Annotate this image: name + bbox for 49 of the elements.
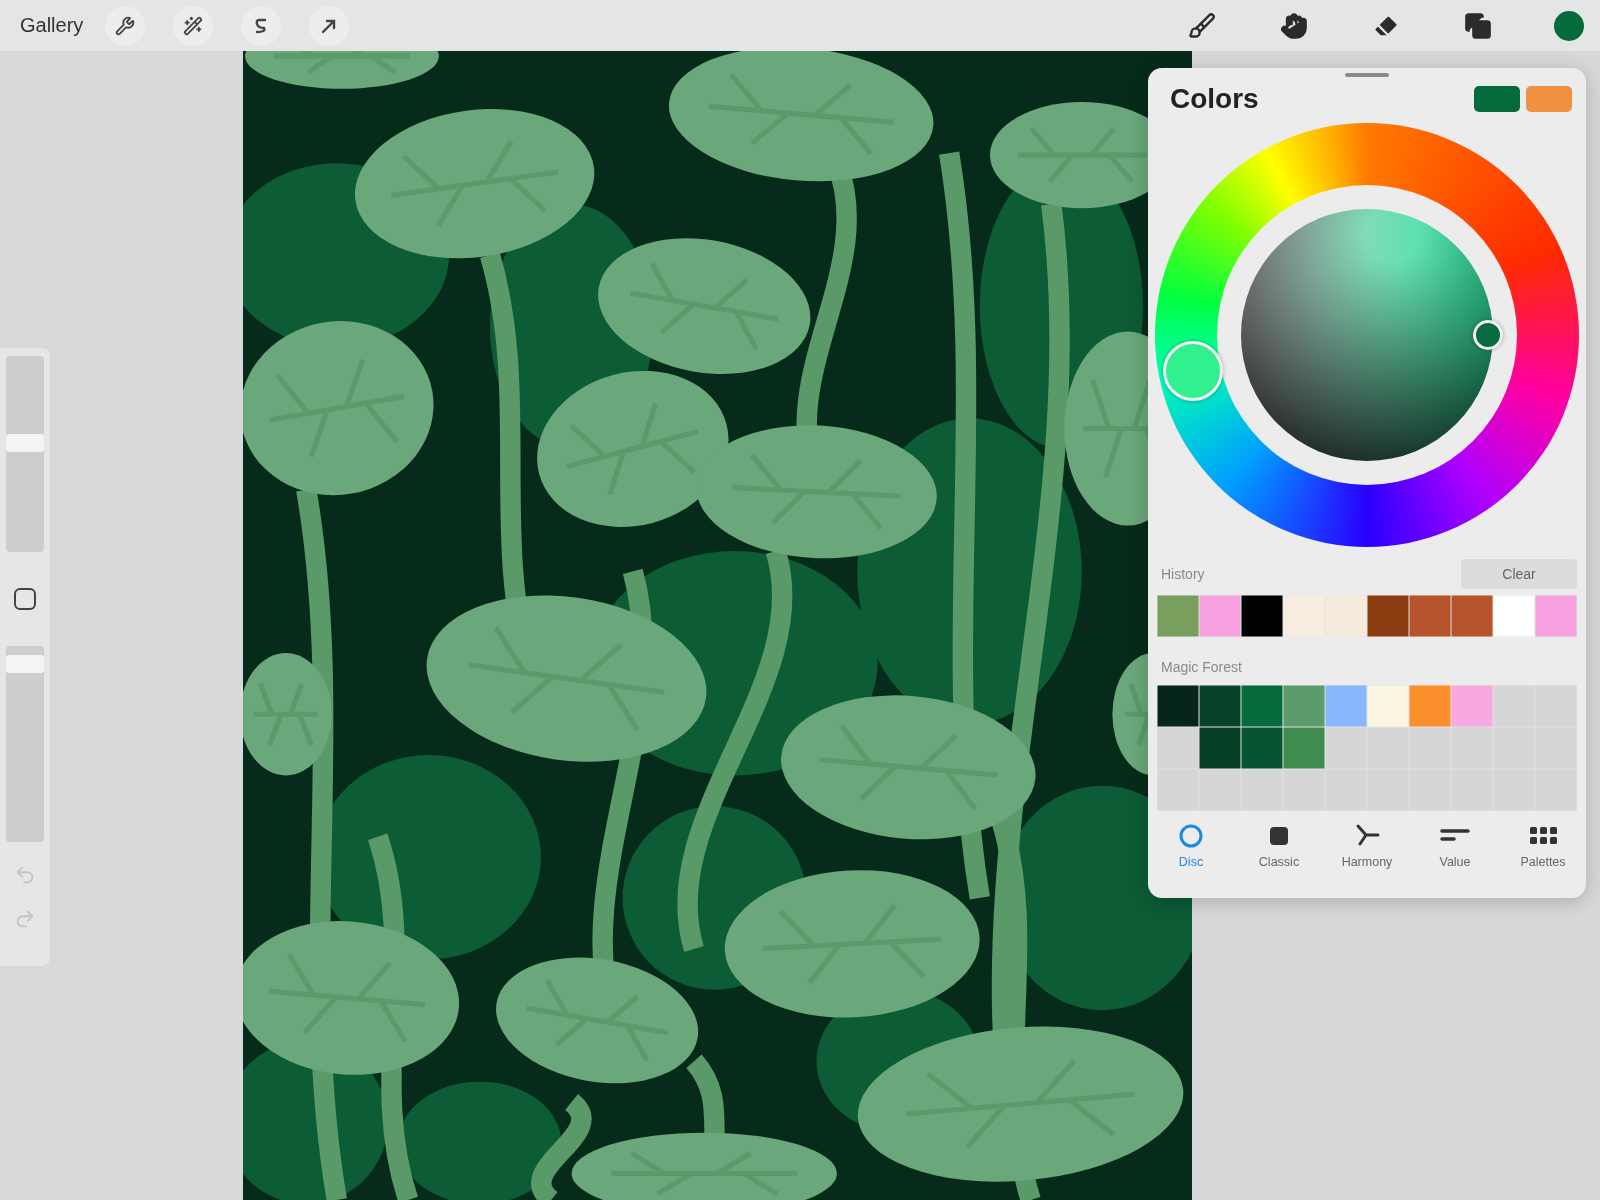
palette-swatch[interactable] (1367, 685, 1409, 727)
history-swatch[interactable] (1199, 595, 1241, 637)
current-color-swatch[interactable] (1474, 86, 1520, 112)
modify-button[interactable] (14, 588, 36, 610)
history-swatch[interactable] (1535, 595, 1577, 637)
palette-swatch[interactable] (1325, 685, 1367, 727)
palette-swatch[interactable] (1241, 727, 1283, 769)
magic-wand-icon (183, 15, 204, 36)
current-color-swatch[interactable] (1526, 86, 1572, 112)
palette-swatch[interactable] (1157, 685, 1199, 727)
history-swatch[interactable] (1367, 595, 1409, 637)
history-swatch[interactable] (1451, 595, 1493, 637)
redo-icon (14, 908, 36, 930)
color-mode-tab[interactable]: Classic (1235, 823, 1323, 869)
palette-swatch[interactable] (1283, 727, 1325, 769)
history-swatch[interactable] (1283, 595, 1325, 637)
grab-handle[interactable] (1345, 73, 1389, 77)
history-swatch[interactable] (1493, 595, 1535, 637)
opacity-slider[interactable] (6, 646, 44, 842)
slider-thumb[interactable] (6, 654, 44, 673)
history-label: History (1160, 566, 1205, 582)
undo-icon (14, 864, 36, 886)
undo-button[interactable] (14, 864, 36, 886)
gallery-button[interactable]: Gallery (20, 14, 92, 37)
palette-swatch[interactable] (1241, 685, 1283, 727)
stacked-squares-icon (1464, 11, 1492, 40)
history-swatch[interactable] (1325, 595, 1367, 637)
hand-icon (1280, 11, 1308, 40)
color-mode-tab[interactable]: Value (1411, 823, 1499, 869)
palette-swatch[interactable] (1451, 685, 1493, 727)
history-swatch[interactable] (1409, 595, 1451, 637)
color-mode-tab[interactable]: Disc (1147, 823, 1235, 869)
redo-button[interactable] (14, 908, 36, 930)
slider-thumb[interactable] (6, 434, 44, 453)
color-mode-tab[interactable]: Palettes (1499, 823, 1587, 869)
palette-name: Magic Forest (1160, 659, 1242, 675)
brush-icon (1188, 11, 1216, 40)
history-swatch[interactable] (1241, 595, 1283, 637)
palette-swatch[interactable] (1199, 685, 1241, 727)
panel-title: Colors (1170, 83, 1259, 115)
wrench-icon (115, 15, 136, 36)
palette-swatch[interactable] (1409, 685, 1451, 727)
palette-swatch[interactable] (1199, 727, 1241, 769)
clear-button[interactable]: Clear (1461, 559, 1577, 589)
color-mode-tab[interactable]: Harmony (1323, 823, 1411, 869)
ring-icon (1178, 823, 1204, 849)
brush-size-slider[interactable] (6, 356, 44, 552)
history-swatch[interactable] (1157, 595, 1199, 637)
palette-swatch[interactable] (1283, 685, 1325, 727)
